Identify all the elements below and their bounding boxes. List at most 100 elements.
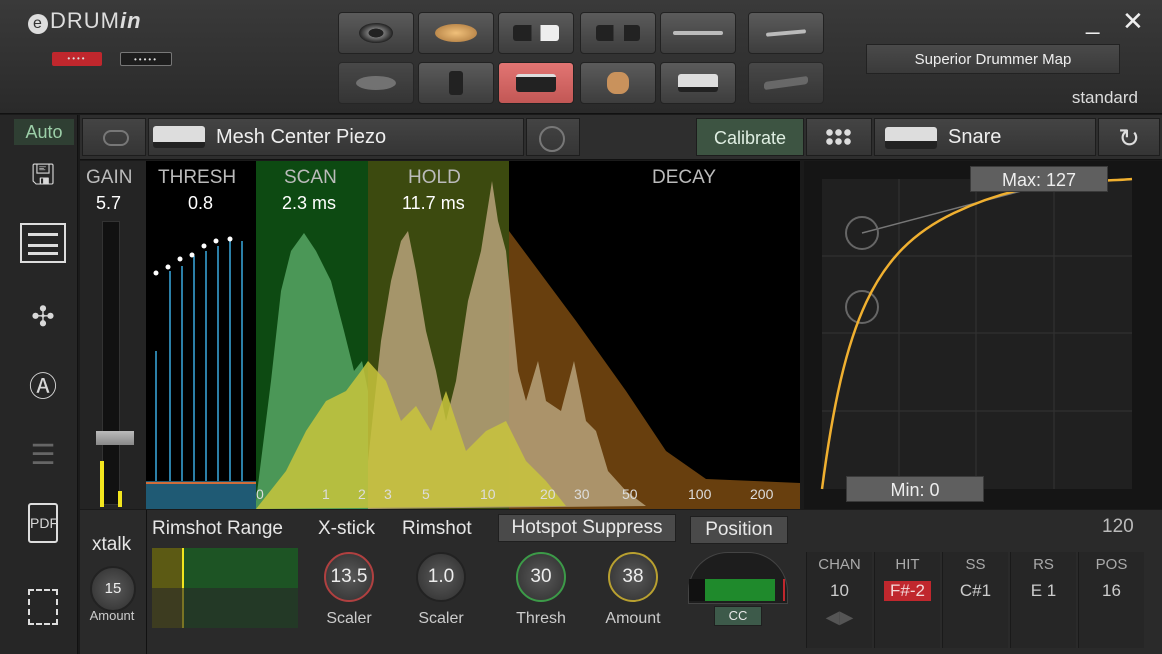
axis-tick: 200	[750, 486, 774, 502]
gain-column: GAIN 5.7	[80, 161, 146, 509]
pad-stick[interactable]	[748, 12, 824, 54]
curve-max-label[interactable]: Max: 127	[970, 166, 1108, 192]
hotspot-suppress-button[interactable]: Hotspot Suppress	[498, 514, 676, 542]
midi-pos-cc[interactable]: POS 16	[1078, 552, 1144, 648]
save-icon[interactable]: 🖫	[18, 153, 68, 197]
midi-value: E 1	[1030, 581, 1057, 600]
axis-tick: 50	[622, 486, 638, 502]
chip-icon[interactable]	[18, 585, 68, 629]
midi-rs-note[interactable]: RS E 1	[1010, 552, 1076, 648]
axis-tick: 100	[688, 486, 712, 502]
velocity-curve-panel[interactable]: Max: 127 Min: 0	[804, 161, 1162, 509]
a-circle-icon[interactable]: Ⓐ	[18, 365, 68, 409]
edrumin-logo: e DRUMin	[28, 8, 142, 34]
yamaha-icon	[539, 126, 565, 152]
axis-tick: 5	[422, 486, 430, 502]
cymbal-icon	[359, 23, 393, 43]
midi-value: C#1	[959, 581, 992, 600]
close-button[interactable]: ✕	[1122, 6, 1144, 37]
divider	[146, 510, 147, 654]
pad-floor-tom[interactable]	[418, 62, 494, 104]
xtalk-knob[interactable]: 15	[90, 566, 136, 612]
gain-slider-handle[interactable]	[96, 431, 134, 445]
hotspot-thresh-knob[interactable]: 30	[516, 552, 566, 602]
midi-port-red[interactable]: ••••	[52, 52, 102, 66]
instrument-label: Snare	[948, 126, 1002, 148]
waveform-display[interactable]: THRESH 0.8 SCAN 2.3 ms HOLD 11.7 ms DECA…	[146, 161, 800, 509]
pad-header: Mesh Center Piezo Calibrate Snare ↻	[80, 115, 1162, 160]
pad-drum-pair[interactable]	[580, 12, 656, 54]
zones-button[interactable]	[806, 118, 872, 156]
axis-tick: 20	[540, 486, 556, 502]
stick-icon	[765, 29, 807, 37]
rimshot-range-label: Rimshot Range	[152, 518, 283, 539]
pad-hand[interactable]	[580, 62, 656, 104]
pad-snare-kick[interactable]	[498, 12, 574, 54]
map-mode-label: standard	[1071, 88, 1138, 107]
midi-hit-note[interactable]: HIT F#-2	[874, 552, 940, 648]
gain-slider-track[interactable]	[102, 221, 120, 505]
link-rings-icon	[103, 130, 129, 146]
scan-label: SCAN	[284, 167, 337, 188]
minimize-button[interactable]: _	[1086, 8, 1099, 36]
drum-map-button[interactable]: Superior Drummer Map	[866, 44, 1120, 74]
crash-cymbal-icon	[435, 24, 477, 42]
xstick-label: X-stick	[318, 518, 375, 539]
snare-pad-icon	[153, 126, 205, 148]
position-button[interactable]: Position	[690, 516, 788, 544]
pad-crash[interactable]	[418, 12, 494, 54]
thresh-value: 0.8	[188, 193, 214, 213]
axis-tick: 30	[574, 486, 590, 502]
hotspot-amount-knob[interactable]: 38	[608, 552, 658, 602]
pad-drum[interactable]	[660, 62, 736, 104]
rimshot-range-graph[interactable]	[152, 548, 298, 628]
arrows-icon[interactable]: ✣	[18, 295, 68, 339]
velocity-curve-graph	[820, 177, 1133, 490]
list-icon[interactable]	[20, 223, 66, 263]
hold-label: HOLD	[408, 167, 461, 188]
pad-ride[interactable]	[660, 12, 736, 54]
xstick-scaler-knob[interactable]: 13.5	[324, 552, 374, 602]
midi-header: POS	[1095, 556, 1128, 573]
waveform-graph	[146, 161, 800, 509]
rimshot-scaler-label: Scaler	[418, 610, 464, 627]
cymbal-dim-icon	[356, 76, 396, 90]
calibrate-button[interactable]: Calibrate	[696, 118, 804, 156]
decay-label: DECAY	[652, 167, 717, 188]
pad-snare[interactable]	[498, 62, 574, 104]
yamaha-button[interactable]	[526, 118, 580, 156]
level-meter-left	[100, 461, 104, 507]
pedal-icon	[764, 75, 808, 91]
time-axis: 0 1 2 3 5 10 20 30 50 100 200	[146, 486, 800, 508]
midi-channel[interactable]: CHAN 10 ◀▶	[806, 552, 872, 648]
pad-cymbal-dim[interactable]	[338, 62, 414, 104]
pdf-icon[interactable]: PDF	[18, 501, 68, 545]
link-button[interactable]	[82, 118, 146, 156]
bottom-panel: xtalk 15 Amount Rimshot Range X-stick 13…	[80, 510, 1162, 654]
midi-header: HIT	[895, 556, 920, 573]
rimshot-scaler-knob[interactable]: 1.0	[416, 552, 466, 602]
pad-pedal[interactable]	[748, 62, 824, 104]
xstick-scaler-label: Scaler	[326, 610, 372, 627]
sidebar: Auto 🖫 ✣ Ⓐ ☰ PDF	[0, 115, 78, 654]
midi-header: SS	[965, 556, 986, 573]
midi-port-black[interactable]: •••••	[120, 52, 172, 66]
curve-min-label[interactable]: Min: 0	[846, 476, 984, 502]
drum-icon	[678, 74, 718, 92]
scan-value: 2.3 ms	[282, 193, 337, 213]
axis-tick: 3	[384, 486, 392, 502]
midi-ss-note[interactable]: SS C#1	[942, 552, 1008, 648]
refresh-icon[interactable]: ↻	[1098, 118, 1160, 156]
position-cc-button[interactable]: CC	[714, 606, 762, 626]
hand-icon	[607, 72, 629, 94]
snare-icon	[516, 74, 556, 92]
auto-tab[interactable]: Auto	[14, 119, 74, 145]
snare-instrument-icon	[885, 127, 937, 149]
menu-icon[interactable]: ☰	[18, 433, 68, 477]
snare-kick-icon	[513, 25, 559, 41]
arrow-buttons-icon[interactable]: ◀▶	[807, 607, 872, 628]
xtalk-label: xtalk	[92, 534, 132, 555]
gain-value: 5.7	[96, 193, 122, 213]
pad-cymbal[interactable]	[338, 12, 414, 54]
position-meter[interactable]	[688, 552, 788, 604]
